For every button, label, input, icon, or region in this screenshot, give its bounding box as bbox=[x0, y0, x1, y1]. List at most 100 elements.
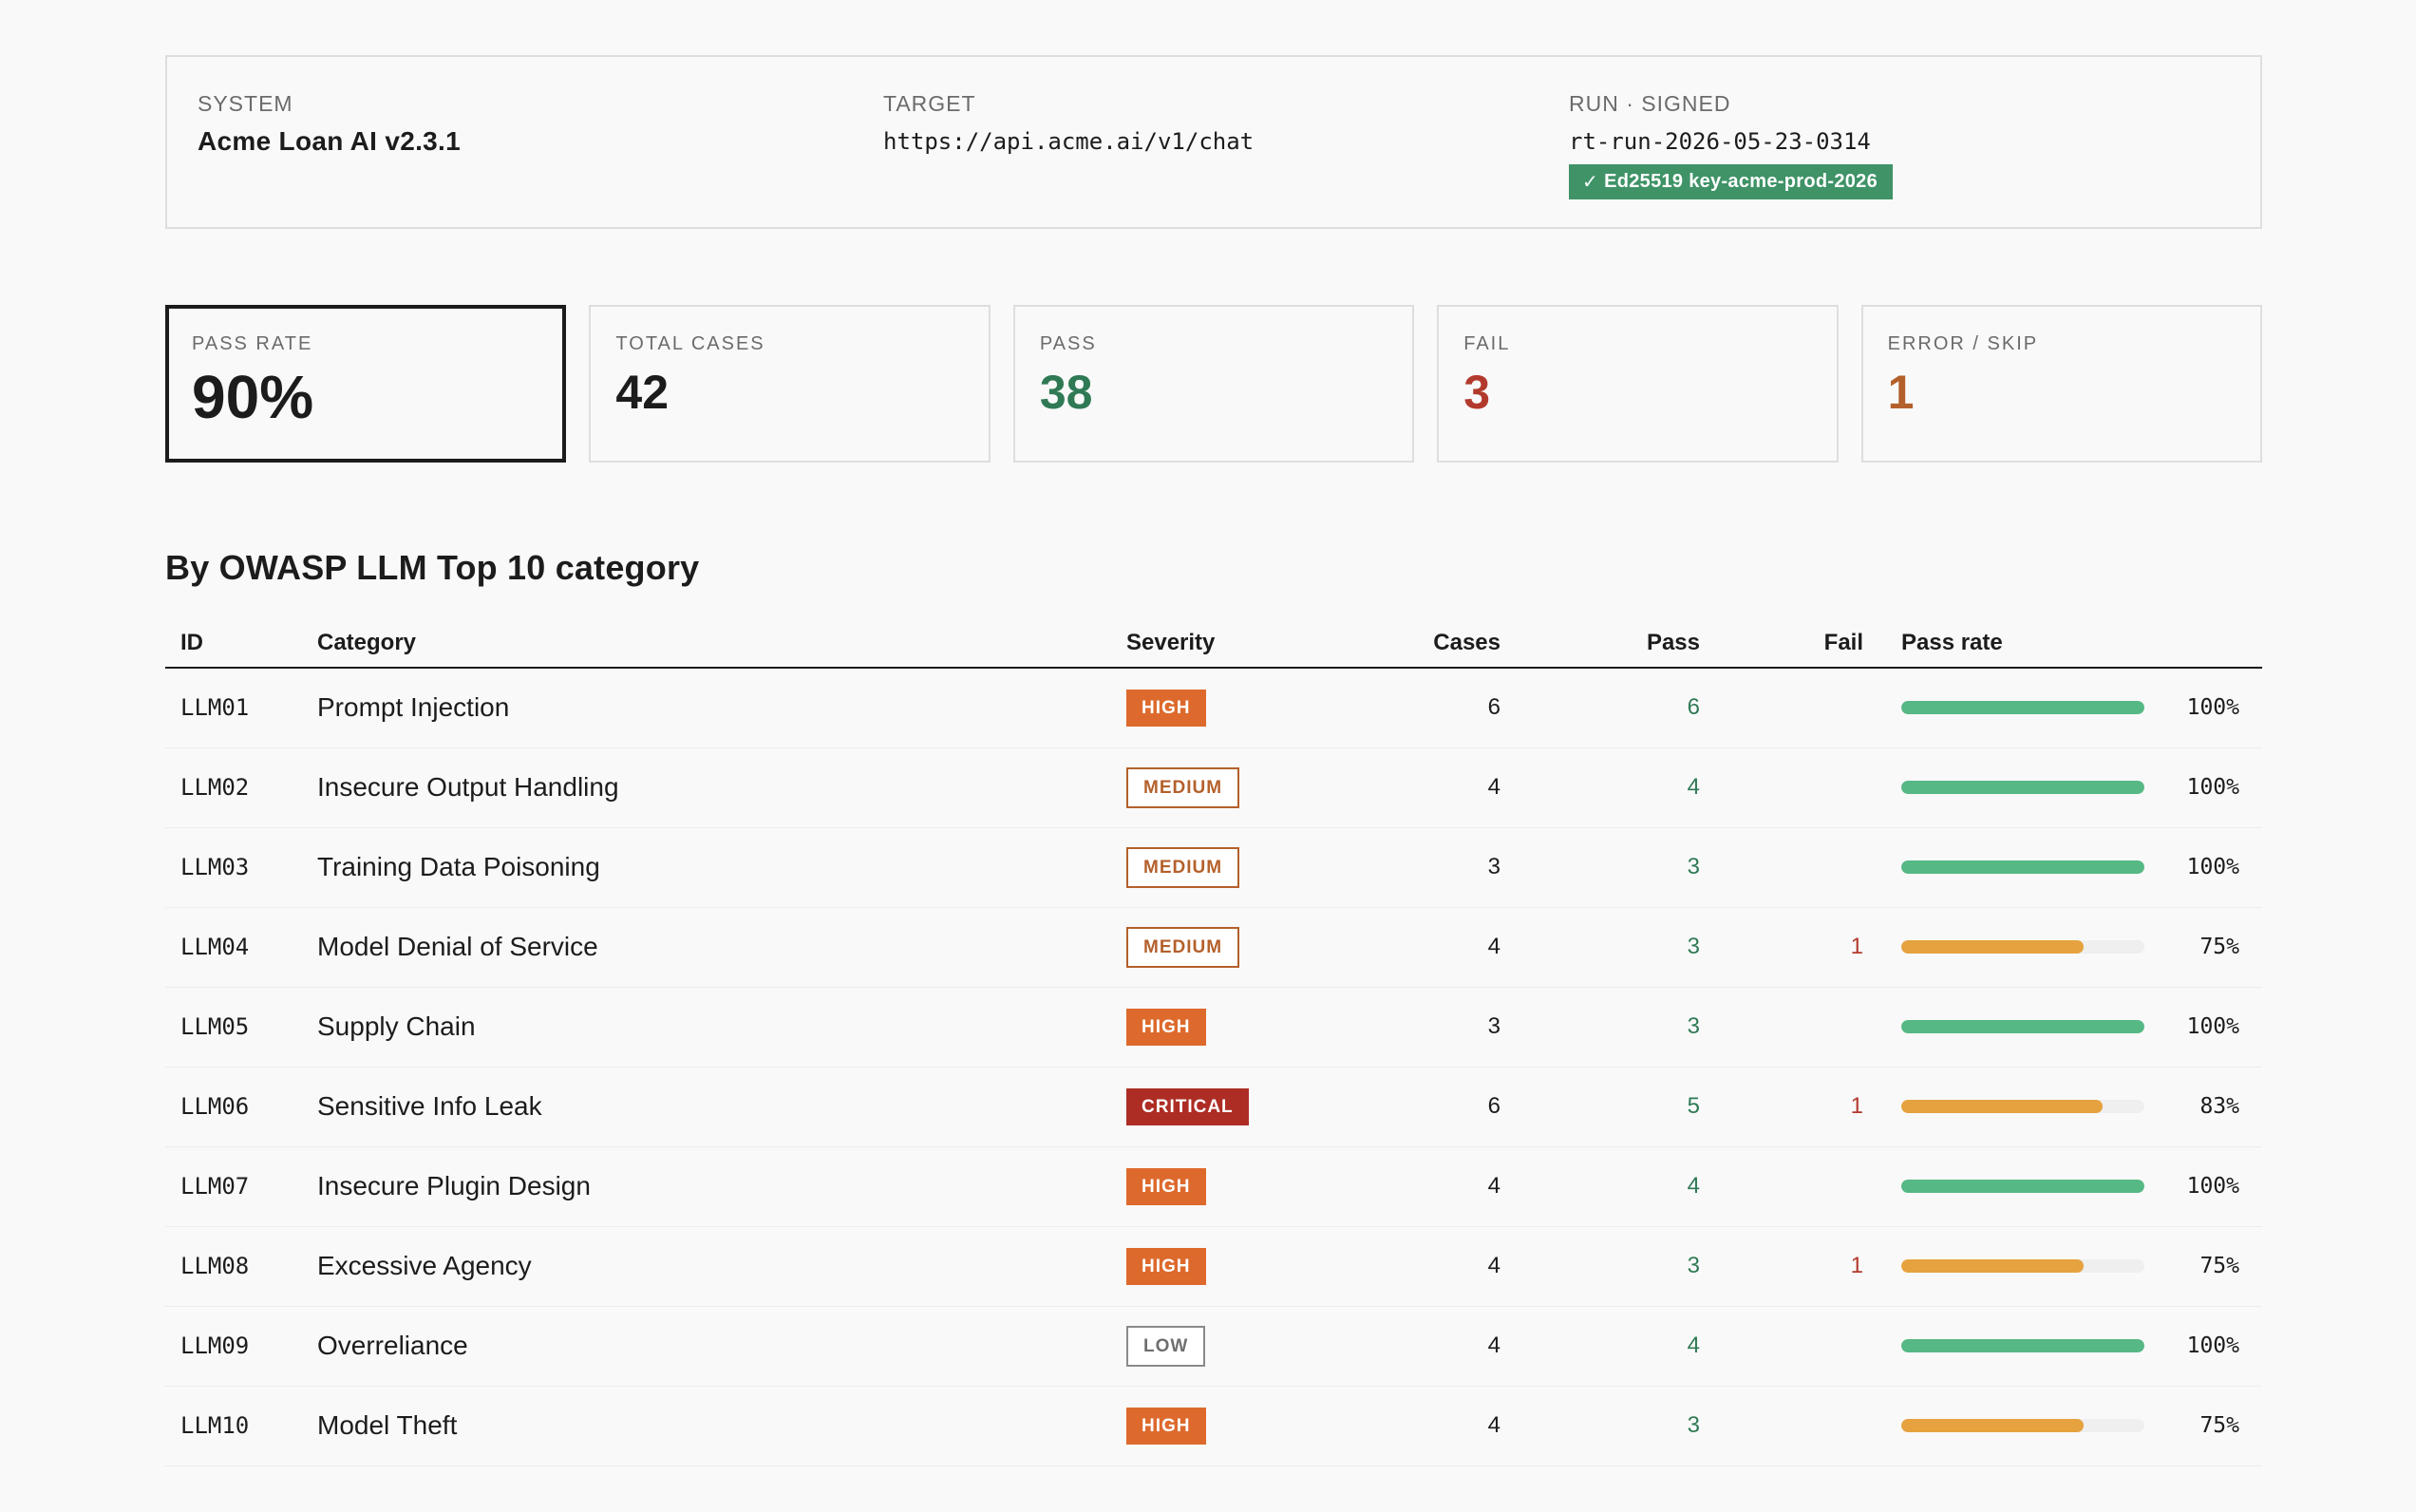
kpi-label: TOTAL CASES bbox=[615, 333, 765, 354]
cell-cases: 4 bbox=[1316, 747, 1508, 828]
cell-pass-rate: 100% bbox=[1867, 827, 2262, 908]
pass-rate-bar-track bbox=[1901, 1180, 2144, 1193]
kpi-pass: PASS 38 bbox=[1012, 305, 1415, 463]
cell-cases: 4 bbox=[1316, 1226, 1508, 1307]
cell-cases: 4 bbox=[1316, 907, 1508, 988]
cell-severity: CRITICAL bbox=[1126, 1067, 1316, 1147]
table-row: LLM02 Insecure Output Handling MEDIUM 4 4 100… bbox=[165, 747, 2262, 828]
kpi-total-cases: TOTAL CASES 42 bbox=[589, 305, 991, 463]
header-id: ID bbox=[165, 624, 317, 669]
cell-category: Model Denial of Service bbox=[317, 907, 1126, 988]
cell-category: Sensitive Info Leak bbox=[317, 1067, 1126, 1147]
cell-id: LLM10 bbox=[165, 1386, 317, 1466]
pass-rate-text: 100% bbox=[2186, 855, 2239, 879]
category-table: ID Category Severity Cases Pass Fail Pas… bbox=[165, 624, 2262, 1466]
kpi-fail: FAIL 3 bbox=[1437, 305, 1839, 463]
pass-rate-bar-track bbox=[1901, 1339, 2144, 1352]
kpi-error-skip: ERROR / SKIP 1 bbox=[1860, 305, 2263, 463]
severity-badge: MEDIUM bbox=[1126, 926, 1240, 968]
header-fail: Fail bbox=[1704, 624, 1867, 669]
cell-pass: 6 bbox=[1508, 668, 1704, 748]
checkmark-icon: ✓ bbox=[1582, 172, 1599, 193]
cell-pass: 3 bbox=[1508, 1226, 1704, 1307]
pass-rate-text: 100% bbox=[2186, 1174, 2239, 1199]
cell-severity: HIGH bbox=[1126, 987, 1316, 1068]
pass-rate-group: 75% bbox=[1901, 935, 2262, 959]
cell-pass: 3 bbox=[1508, 1386, 1704, 1466]
run-label: RUN · SIGNED bbox=[1569, 91, 1731, 116]
pass-rate-bar-track bbox=[1901, 1020, 2144, 1033]
cell-id: LLM05 bbox=[165, 987, 317, 1068]
pass-rate-text: 100% bbox=[2186, 1014, 2239, 1039]
signature-badge: ✓ Ed25519 key-acme-prod-2026 bbox=[1569, 164, 1894, 199]
table-row: LLM07 Insecure Plugin Design HIGH 4 4 100% bbox=[165, 1146, 2262, 1227]
system-value: Acme Loan AI v2.3.1 bbox=[198, 126, 461, 156]
run-metadata-card: SYSTEM Acme Loan AI v2.3.1 TARGET https:… bbox=[165, 55, 2262, 229]
cell-severity: HIGH bbox=[1126, 1146, 1316, 1227]
cell-fail: 1 bbox=[1704, 1226, 1867, 1307]
cell-severity: HIGH bbox=[1126, 1386, 1316, 1466]
cell-pass-rate: 75% bbox=[1867, 1386, 2262, 1466]
pass-rate-group: 100% bbox=[1901, 855, 2262, 879]
kpi-label: PASS bbox=[1039, 333, 1097, 354]
cell-pass: 4 bbox=[1508, 747, 1704, 828]
pass-rate-bar-fill bbox=[1901, 1419, 2084, 1432]
cell-cases: 3 bbox=[1316, 827, 1508, 908]
severity-badge: MEDIUM bbox=[1126, 846, 1240, 888]
system-label: SYSTEM bbox=[198, 91, 293, 116]
pass-rate-bar-track bbox=[1901, 860, 2144, 874]
kpi-value: 3 bbox=[1463, 366, 1491, 419]
cell-pass: 5 bbox=[1508, 1067, 1704, 1147]
cell-pass-rate: 75% bbox=[1867, 907, 2262, 988]
cell-fail bbox=[1704, 747, 1867, 828]
pass-rate-group: 100% bbox=[1901, 775, 2262, 800]
cell-id: LLM07 bbox=[165, 1146, 317, 1227]
header-pass-rate: Pass rate bbox=[1867, 624, 2262, 669]
pass-rate-bar-fill bbox=[1901, 1180, 2144, 1193]
cell-id: LLM08 bbox=[165, 1226, 317, 1307]
cell-category: Overreliance bbox=[317, 1306, 1126, 1387]
severity-badge: HIGH bbox=[1126, 1167, 1206, 1205]
kpi-label: PASS RATE bbox=[192, 333, 313, 354]
pass-rate-bar-track bbox=[1901, 1100, 2144, 1113]
signature-text: Ed25519 key-acme-prod-2026 bbox=[1604, 171, 1878, 192]
cell-cases: 3 bbox=[1316, 987, 1508, 1068]
cell-severity: HIGH bbox=[1126, 1226, 1316, 1307]
cell-pass: 3 bbox=[1508, 827, 1704, 908]
pass-rate-bar-fill bbox=[1901, 701, 2144, 715]
cell-pass: 4 bbox=[1508, 1146, 1704, 1227]
kpi-value: 90% bbox=[192, 363, 314, 431]
table-row: LLM05 Supply Chain HIGH 3 3 100% bbox=[165, 987, 2262, 1068]
cell-cases: 4 bbox=[1316, 1306, 1508, 1387]
cell-id: LLM03 bbox=[165, 827, 317, 908]
severity-badge: HIGH bbox=[1126, 1407, 1206, 1445]
cell-pass-rate: 100% bbox=[1867, 668, 2262, 748]
header-pass: Pass bbox=[1508, 624, 1704, 669]
pass-rate-bar-track bbox=[1901, 701, 2144, 715]
pass-rate-text: 75% bbox=[2199, 1254, 2239, 1278]
cell-category: Insecure Output Handling bbox=[317, 747, 1126, 828]
table-row: LLM04 Model Denial of Service MEDIUM 4 3 1 75% bbox=[165, 907, 2262, 988]
pass-rate-bar-track bbox=[1901, 1259, 2144, 1273]
cell-fail: 1 bbox=[1704, 907, 1867, 988]
kpi-label: ERROR / SKIP bbox=[1887, 333, 2039, 354]
kpi-value: 1 bbox=[1887, 366, 1915, 419]
cell-category: Prompt Injection bbox=[317, 668, 1126, 748]
cell-cases: 4 bbox=[1316, 1386, 1508, 1466]
target-value: https://api.acme.ai/v1/chat bbox=[883, 128, 1255, 155]
cell-id: LLM02 bbox=[165, 747, 317, 828]
severity-badge: HIGH bbox=[1126, 1247, 1206, 1285]
pass-rate-text: 100% bbox=[2186, 775, 2239, 800]
kpi-label: FAIL bbox=[1463, 333, 1511, 354]
pass-rate-bar-track bbox=[1901, 781, 2144, 794]
header-severity: Severity bbox=[1126, 624, 1316, 669]
pass-rate-bar-fill bbox=[1901, 1259, 2084, 1273]
cell-category: Excessive Agency bbox=[317, 1226, 1126, 1307]
cell-pass-rate: 83% bbox=[1867, 1067, 2262, 1147]
cell-fail bbox=[1704, 987, 1867, 1068]
cell-cases: 6 bbox=[1316, 1067, 1508, 1147]
cell-severity: MEDIUM bbox=[1126, 827, 1316, 908]
pass-rate-text: 100% bbox=[2186, 1333, 2239, 1358]
header-cases: Cases bbox=[1316, 624, 1508, 669]
pass-rate-bar-fill bbox=[1901, 781, 2144, 794]
